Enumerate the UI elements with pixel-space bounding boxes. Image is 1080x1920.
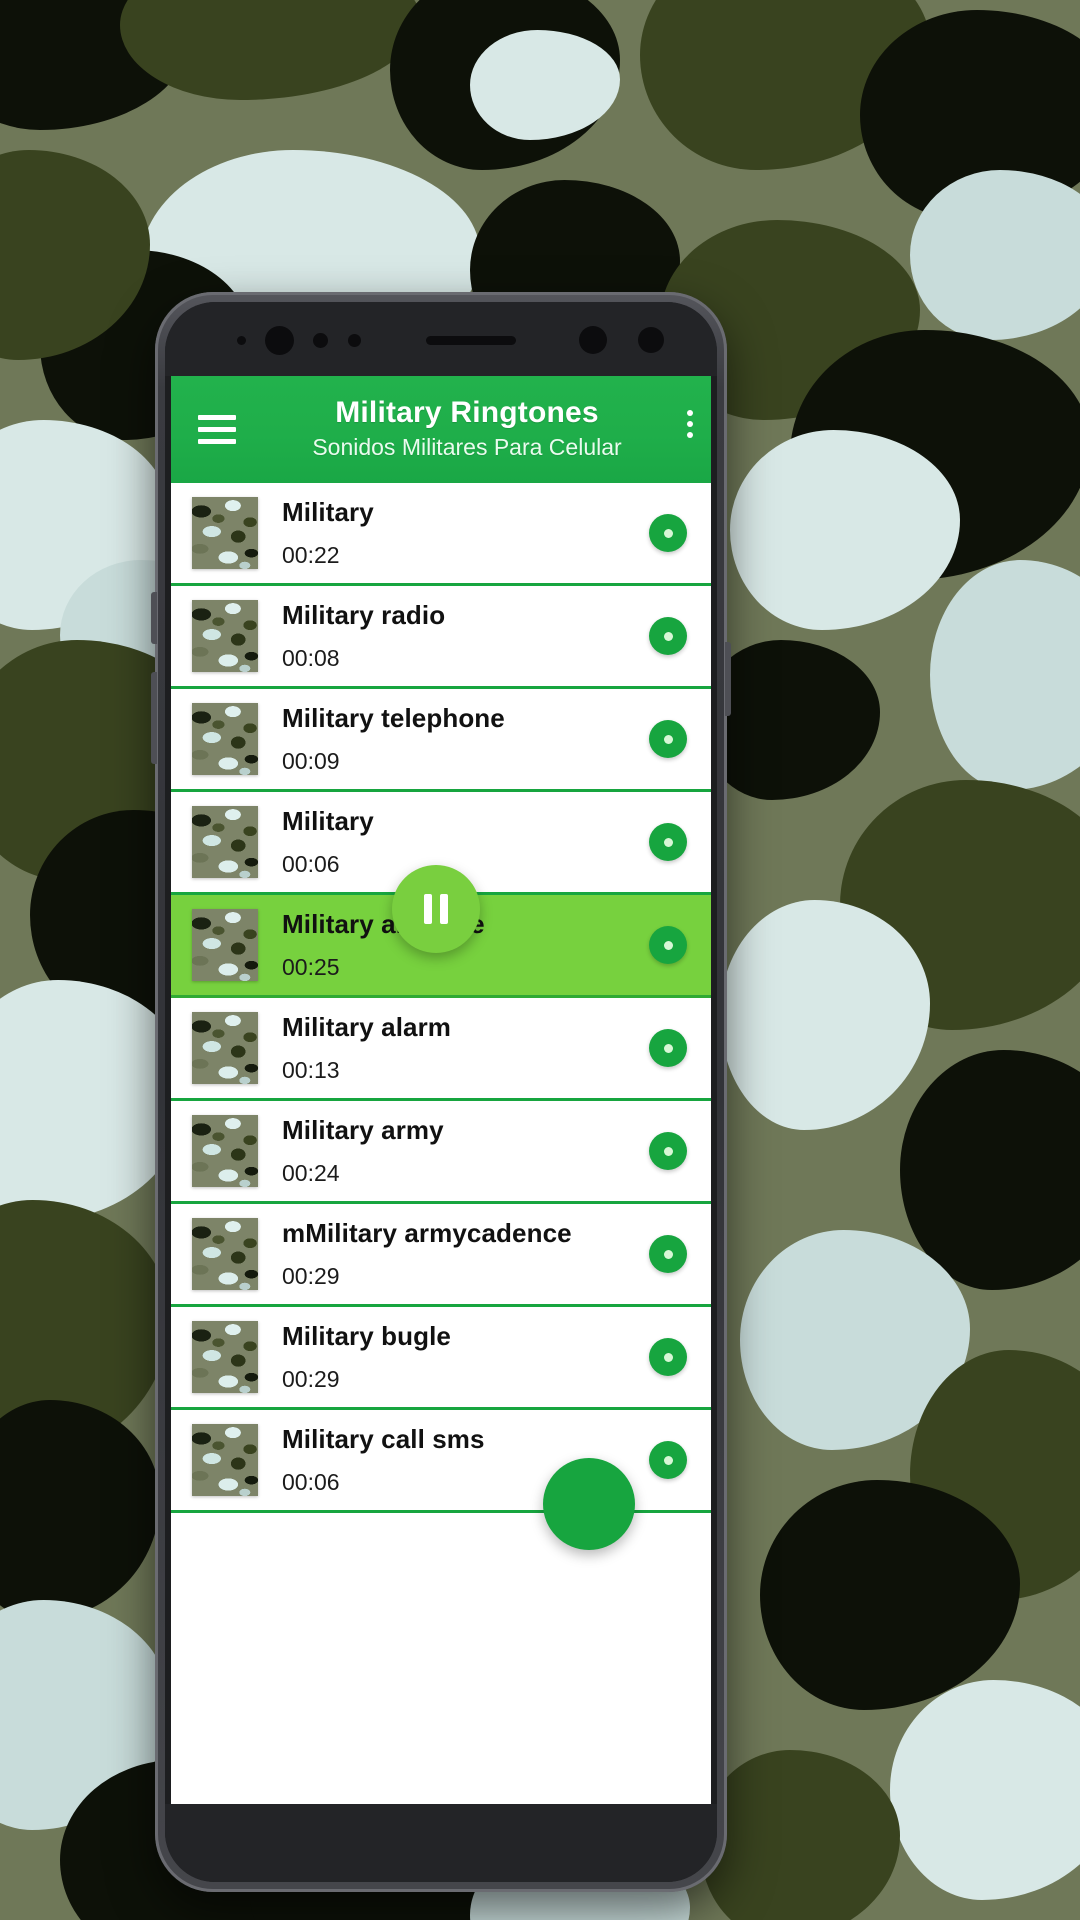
camo-thumbnail-icon <box>192 1218 258 1290</box>
header-titles: Military Ringtones Sonidos Militares Par… <box>249 397 711 461</box>
ringtone-title: Military radio <box>282 600 446 630</box>
sensor-dot-icon <box>237 336 246 345</box>
phone-mockup: Military Ringtones Sonidos Militares Par… <box>151 292 731 1892</box>
ringtone-duration: 00:06 <box>282 851 340 877</box>
ringtone-title: Military <box>282 806 374 836</box>
ringtone-duration: 00:29 <box>282 1366 340 1392</box>
play-dot-button[interactable] <box>649 823 687 861</box>
play-dot-button[interactable] <box>649 1235 687 1273</box>
camo-thumbnail-icon <box>192 497 258 569</box>
iris-scanner-icon <box>579 326 607 354</box>
camo-thumbnail-icon <box>192 1115 258 1187</box>
secondary-camera-icon <box>638 327 664 353</box>
phone-top-bezel <box>165 302 717 376</box>
play-dot-button[interactable] <box>649 514 687 552</box>
row-text: Military radio 00:08 <box>282 600 649 672</box>
camo-thumbnail-icon <box>192 909 258 981</box>
row-text: Military 00:22 <box>282 497 649 569</box>
camo-blob <box>910 170 1080 340</box>
table-row[interactable]: Military telephone 00:09 <box>171 689 711 792</box>
ringtone-title: mMilitary armycadence <box>282 1218 572 1248</box>
camo-thumbnail-icon <box>192 600 258 672</box>
circle-button-icon[interactable] <box>543 1458 635 1550</box>
ringtone-title: Military <box>282 497 374 527</box>
play-dot-button[interactable] <box>649 1132 687 1170</box>
camo-blob <box>470 30 620 140</box>
table-row[interactable]: Military bugle 00:29 <box>171 1307 711 1410</box>
camo-thumbnail-icon <box>192 703 258 775</box>
table-row[interactable]: Military army 00:24 <box>171 1101 711 1204</box>
play-dot-button[interactable] <box>649 1441 687 1479</box>
camo-thumbnail-icon <box>192 1424 258 1496</box>
camo-blob <box>760 1480 1020 1710</box>
kebab-menu-icon[interactable] <box>687 410 693 438</box>
earpiece-speaker <box>426 336 516 345</box>
row-text: Military alarm 00:13 <box>282 1012 649 1084</box>
ringtone-duration: 00:29 <box>282 1263 340 1289</box>
phone-screen-frame: Military Ringtones Sonidos Militares Par… <box>165 302 717 1882</box>
phone-power-button <box>725 642 731 716</box>
ringtone-list: Military 00:22 Military radio 00:08 Mili… <box>171 483 711 1513</box>
app-screen: Military Ringtones Sonidos Militares Par… <box>171 376 711 1804</box>
hamburger-menu-icon[interactable] <box>185 415 249 444</box>
ringtone-duration: 00:13 <box>282 1057 340 1083</box>
camo-blob <box>730 430 960 630</box>
table-row[interactable]: mMilitary armycadence 00:29 <box>171 1204 711 1307</box>
phone-volume-button <box>151 672 157 764</box>
ringtone-title: Military alarm <box>282 1012 452 1042</box>
camo-blob <box>0 1400 160 1620</box>
phone-bottom-bezel <box>165 1804 717 1882</box>
ringtone-duration: 00:09 <box>282 748 340 774</box>
phone-side-button <box>151 592 157 644</box>
ringtone-duration: 00:25 <box>282 954 340 980</box>
row-text: Military army 00:24 <box>282 1115 649 1187</box>
play-dot-button[interactable] <box>649 720 687 758</box>
camo-thumbnail-icon <box>192 1012 258 1084</box>
table-row[interactable]: Military 00:22 <box>171 483 711 586</box>
table-row[interactable]: Military radio 00:08 <box>171 586 711 689</box>
app-header: Military Ringtones Sonidos Militares Par… <box>171 376 711 483</box>
ringtone-title: Military bugle <box>282 1321 451 1351</box>
ringtone-duration: 00:24 <box>282 1160 340 1186</box>
ringtone-title: Military telephone <box>282 703 505 733</box>
pause-icon[interactable] <box>392 865 480 953</box>
camo-blob <box>930 560 1080 790</box>
row-text: Military bugle 00:29 <box>282 1321 649 1393</box>
page-title: Military Ringtones <box>335 396 599 430</box>
row-text: Military 00:06 <box>282 806 649 878</box>
play-dot-button[interactable] <box>649 617 687 655</box>
ringtone-duration: 00:08 <box>282 645 340 671</box>
pause-bar <box>424 894 432 924</box>
row-text: mMilitary armycadence 00:29 <box>282 1218 649 1290</box>
play-dot-button[interactable] <box>649 926 687 964</box>
camo-thumbnail-icon <box>192 1321 258 1393</box>
camo-blob <box>700 1750 900 1920</box>
ringtone-title: Military army <box>282 1115 444 1145</box>
light-sensor-icon <box>348 334 361 347</box>
camo-blob <box>890 1680 1080 1900</box>
table-row[interactable]: Military alarm 00:13 <box>171 998 711 1101</box>
camo-thumbnail-icon <box>192 806 258 878</box>
ringtone-duration: 00:22 <box>282 542 340 568</box>
ringtone-title: Military call sms <box>282 1424 485 1454</box>
play-dot-button[interactable] <box>649 1029 687 1067</box>
front-camera-icon <box>265 326 294 355</box>
page-subtitle: Sonidos Militares Para Celular <box>312 433 622 460</box>
row-text: Military telephone 00:09 <box>282 703 649 775</box>
pause-bar <box>440 894 448 924</box>
play-dot-button[interactable] <box>649 1338 687 1376</box>
proximity-sensor-icon <box>313 333 328 348</box>
camo-blob <box>720 900 930 1130</box>
